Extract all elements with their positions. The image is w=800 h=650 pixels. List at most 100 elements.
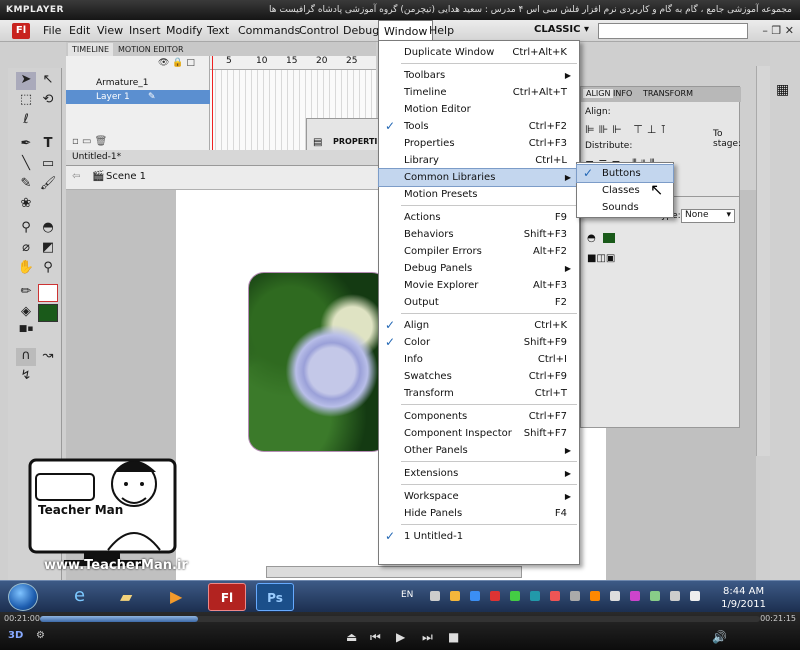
taskbar-photoshop[interactable]: Ps bbox=[256, 583, 294, 611]
menu-modify[interactable]: Modify bbox=[161, 20, 207, 42]
tray-icon[interactable] bbox=[530, 591, 540, 601]
horizontal-scrollbar[interactable] bbox=[266, 566, 522, 578]
menu-item-align[interactable]: ✓ Align Ctrl+K bbox=[379, 317, 579, 334]
pencil-icon[interactable]: ✎ bbox=[16, 176, 36, 194]
tray-icon[interactable] bbox=[590, 591, 600, 601]
menu-item-duplicate-window[interactable]: Duplicate Window Ctrl+Alt+K bbox=[379, 44, 579, 61]
network-icon[interactable] bbox=[670, 591, 680, 601]
restore-icon[interactable]: ❐ bbox=[771, 24, 781, 37]
menu-item-component-inspector[interactable]: Component Inspector Shift+F7 bbox=[379, 425, 579, 442]
media-player-icon[interactable]: ▶ bbox=[170, 587, 182, 606]
menu-item-info[interactable]: Info Ctrl+I bbox=[379, 351, 579, 368]
menu-item-actions[interactable]: Actions F9 bbox=[379, 209, 579, 226]
menu-item-1-untitled-1[interactable]: ✓ 1 Untitled-1 bbox=[379, 528, 579, 545]
flower-image[interactable] bbox=[248, 272, 388, 452]
tray-icon[interactable] bbox=[490, 591, 500, 601]
menu-item-common-libraries[interactable]: Common Libraries ▶ bbox=[378, 168, 580, 187]
vertical-scrollbar[interactable] bbox=[756, 66, 770, 456]
fill-bucket-icon[interactable]: ◓ bbox=[587, 233, 596, 244]
menu-item-transform[interactable]: Transform Ctrl+T bbox=[379, 385, 579, 402]
align-buttons-icon[interactable]: ⊫⊪⊩ ⊤⊥⊺ bbox=[585, 123, 670, 136]
menu-item-other-panels[interactable]: Other Panels ▶ bbox=[379, 442, 579, 459]
menu-item-components[interactable]: Components Ctrl+F7 bbox=[379, 408, 579, 425]
prev-icon[interactable]: ⏮ bbox=[370, 630, 381, 645]
outline-icon[interactable]: □ bbox=[186, 58, 195, 68]
menu-item-debug-panels[interactable]: Debug Panels ▶ bbox=[379, 260, 579, 277]
tray-icon[interactable] bbox=[550, 591, 560, 601]
stop-icon[interactable]: ■ bbox=[448, 630, 459, 644]
tab-info[interactable]: INFO bbox=[613, 89, 632, 98]
next-icon[interactable]: ⏭ bbox=[422, 630, 433, 645]
menu-item-color[interactable]: ✓ Color Shift+F9 bbox=[379, 334, 579, 351]
free-transform-icon[interactable]: ⬚ bbox=[16, 92, 36, 110]
menu-item-library[interactable]: Library Ctrl+L bbox=[379, 152, 579, 169]
menu-item-swatches[interactable]: Swatches Ctrl+F9 bbox=[379, 368, 579, 385]
layer-row-selected[interactable]: Layer 1 ✎ bbox=[66, 90, 210, 104]
fill-color-icon[interactable]: ◈ bbox=[16, 304, 36, 322]
smooth-icon[interactable]: ↝ bbox=[38, 348, 58, 366]
rectangle-icon[interactable]: ▭ bbox=[38, 156, 58, 174]
text-tool-icon[interactable]: T bbox=[38, 136, 58, 154]
submenu-item-sounds[interactable]: Sounds bbox=[577, 199, 673, 216]
swap-colors-icon[interactable]: ■▪ bbox=[16, 324, 36, 342]
hand-icon[interactable]: ✋ bbox=[16, 260, 36, 278]
menu-item-tools[interactable]: ✓ Tools Ctrl+F2 bbox=[379, 118, 579, 135]
tab-motion-editor[interactable]: MOTION EDITOR bbox=[114, 43, 188, 56]
menu-item-motion-editor[interactable]: Motion Editor bbox=[379, 101, 579, 118]
3d-rotation-icon[interactable]: ⟲ bbox=[38, 92, 58, 110]
document-tab[interactable]: Untitled-1* bbox=[72, 152, 121, 162]
settings-gear-icon[interactable]: ⚙ bbox=[36, 630, 45, 641]
zoom-icon[interactable]: ⚲ bbox=[38, 260, 58, 278]
eye-icon[interactable]: 👁 bbox=[158, 58, 169, 68]
fill-swatch[interactable] bbox=[38, 304, 58, 322]
ie-icon[interactable]: e bbox=[74, 585, 85, 606]
deco-icon[interactable]: ❀ bbox=[16, 196, 36, 214]
type-select[interactable]: None ▾ bbox=[681, 209, 735, 223]
close-icon[interactable]: ✕ bbox=[785, 24, 794, 37]
menu-control[interactable]: Control bbox=[294, 20, 344, 42]
3d-icon[interactable]: 3D bbox=[8, 630, 23, 641]
brush-icon[interactable]: 🖌 bbox=[38, 176, 58, 194]
tray-icon[interactable] bbox=[630, 591, 640, 601]
tray-icon[interactable] bbox=[570, 591, 580, 601]
menu-item-motion-presets[interactable]: Motion Presets bbox=[379, 186, 579, 203]
lasso-icon[interactable]: ℓ bbox=[16, 112, 36, 130]
menu-text[interactable]: Text bbox=[202, 20, 234, 42]
menu-item-toolbars[interactable]: Toolbars ▶ bbox=[379, 67, 579, 84]
menu-item-behaviors[interactable]: Behaviors Shift+F3 bbox=[379, 226, 579, 243]
tray-icon[interactable] bbox=[510, 591, 520, 601]
eyedropper-icon[interactable]: ⌀ bbox=[16, 240, 36, 258]
language-indicator[interactable]: EN bbox=[401, 590, 413, 600]
back-arrow-icon[interactable]: ⇦ bbox=[72, 171, 80, 182]
straighten-icon[interactable]: ↯ bbox=[16, 368, 36, 386]
menu-help[interactable]: Help bbox=[424, 20, 459, 42]
menu-item-properties[interactable]: Properties Ctrl+F3 bbox=[379, 135, 579, 152]
tab-timeline[interactable]: TIMELINE bbox=[68, 43, 114, 56]
tray-icon[interactable] bbox=[650, 591, 660, 601]
playhead[interactable] bbox=[212, 56, 213, 150]
menu-file[interactable]: File bbox=[38, 20, 66, 42]
menu-item-compiler-errors[interactable]: Compiler Errors Alt+F2 bbox=[379, 243, 579, 260]
play-icon[interactable]: ▶ bbox=[396, 630, 405, 644]
menu-edit[interactable]: Edit bbox=[64, 20, 95, 42]
menu-insert[interactable]: Insert bbox=[124, 20, 166, 42]
menu-item-hide-panels[interactable]: Hide Panels F4 bbox=[379, 505, 579, 522]
lock-icon[interactable]: 🔒 bbox=[172, 58, 183, 68]
volume-icon[interactable] bbox=[690, 591, 700, 601]
seek-bar[interactable] bbox=[40, 616, 760, 622]
menu-item-workspace[interactable]: Workspace ▶ bbox=[379, 488, 579, 505]
tray-icon[interactable] bbox=[430, 591, 440, 601]
menu-item-movie-explorer[interactable]: Movie Explorer Alt+F3 bbox=[379, 277, 579, 294]
new-layer-icon[interactable]: ▫ bbox=[72, 136, 79, 147]
menu-view[interactable]: View bbox=[92, 20, 128, 42]
selection-tool-icon[interactable]: ➤ bbox=[16, 72, 36, 90]
pen-icon[interactable]: ✒ bbox=[16, 136, 36, 154]
tab-transform[interactable]: TRANSFORM bbox=[643, 89, 693, 98]
clock[interactable]: 8:44 AM 1/9/2011 bbox=[721, 585, 766, 611]
help-search-input[interactable] bbox=[598, 23, 748, 39]
menu-item-timeline[interactable]: Timeline Ctrl+Alt+T bbox=[379, 84, 579, 101]
tray-icon[interactable] bbox=[470, 591, 480, 601]
start-button[interactable] bbox=[8, 583, 38, 611]
stroke-swatch[interactable] bbox=[38, 284, 58, 302]
workspace-switcher[interactable]: CLASSIC ▾ bbox=[534, 24, 589, 35]
